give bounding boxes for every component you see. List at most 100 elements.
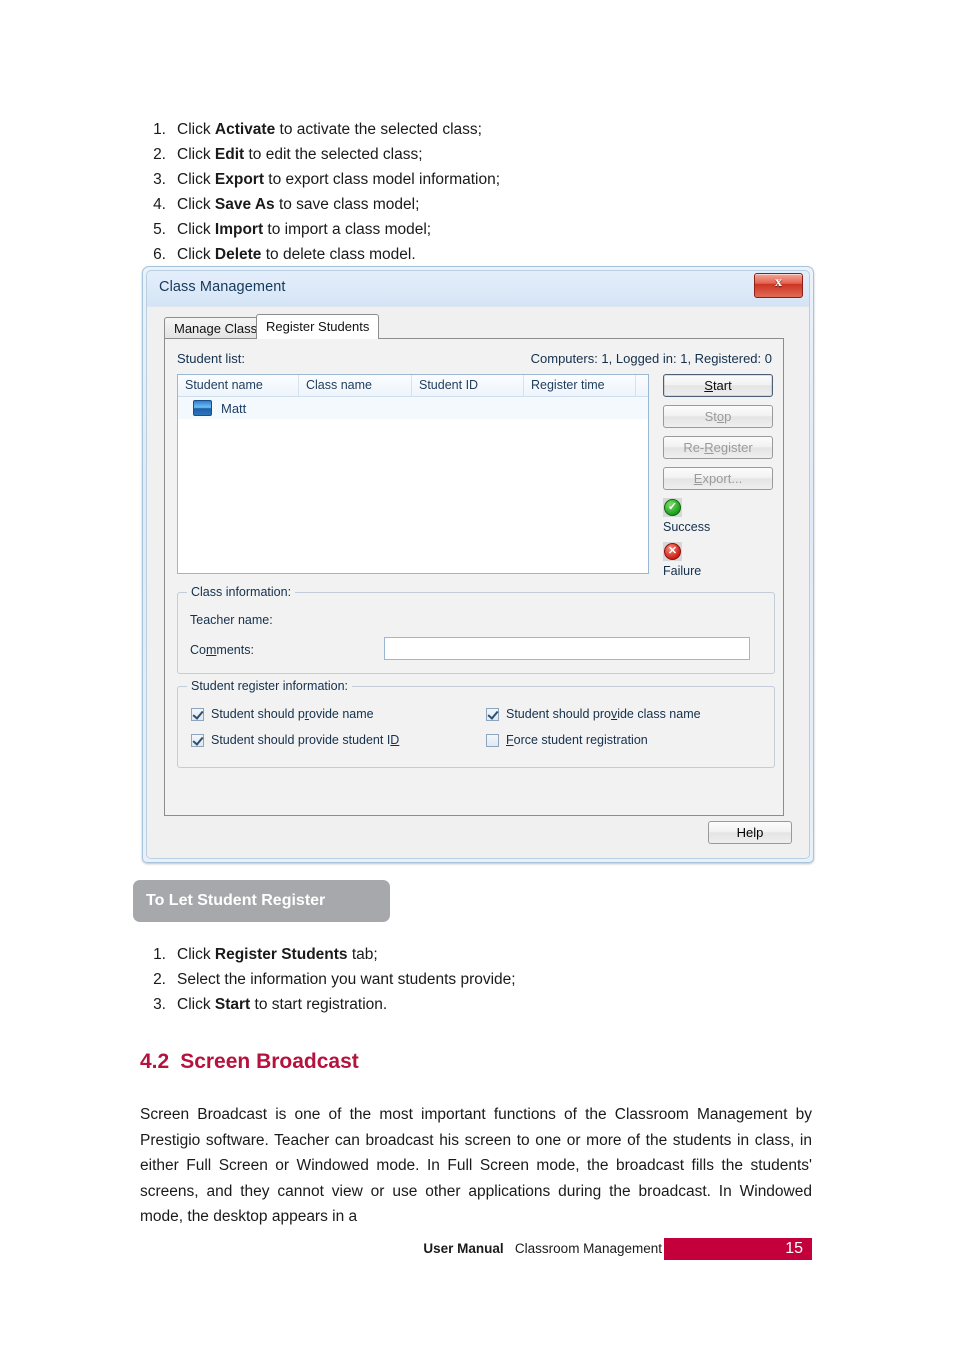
list-text-bold: Export bbox=[214, 171, 264, 188]
status-failure: ✕ Failure bbox=[663, 542, 773, 578]
table-header-row: Student name Class name Student ID Regis… bbox=[178, 375, 648, 397]
checkbox-icon[interactable] bbox=[486, 733, 499, 747]
page-footer: User Manual Classroom Management 15 bbox=[140, 1238, 812, 1260]
list-text-suffix: to edit the selected class; bbox=[244, 146, 423, 163]
help-button[interactable]: Help bbox=[708, 821, 792, 844]
checkbox-label: Student should provide student ID bbox=[211, 733, 400, 747]
list-text-prefix: Click bbox=[177, 996, 215, 1013]
checkbox-provide-name[interactable]: Student should provide name bbox=[191, 707, 374, 721]
list-text-prefix: Click bbox=[177, 196, 215, 213]
document-page: 1. Click Activate to activate the selecte… bbox=[0, 0, 954, 1350]
list-item: 3. Click Export to export class model inf… bbox=[142, 167, 832, 192]
list-marker: 2. bbox=[153, 146, 166, 163]
list-text-suffix: to delete class model. bbox=[261, 246, 416, 263]
stop-button[interactable]: Stop bbox=[663, 405, 773, 428]
student-name-cell: Matt bbox=[221, 400, 247, 416]
list-marker: 1. bbox=[153, 946, 166, 963]
list-marker: 1. bbox=[153, 121, 166, 138]
instruction-list-mid: 1. Click Register Students tab; 2. Select … bbox=[142, 942, 832, 1017]
list-item: 2. Select the information you want studen… bbox=[142, 967, 832, 992]
list-text-prefix: Click bbox=[177, 146, 215, 163]
re-register-button[interactable]: Re-Register bbox=[663, 436, 773, 459]
check-circle-green-icon: ✓ bbox=[663, 498, 682, 517]
x-circle-red-icon: ✕ bbox=[663, 542, 682, 561]
section-paragraph: Screen Broadcast is one of the most impo… bbox=[140, 1106, 812, 1225]
status-failure-label: Failure bbox=[663, 564, 702, 578]
export-button[interactable]: Export... bbox=[663, 467, 773, 490]
student-list-label: Student list: bbox=[177, 351, 245, 366]
teacher-name-label: Teacher name: bbox=[190, 613, 273, 627]
student-register-information-group: Student register information: Student sh… bbox=[177, 679, 775, 768]
list-text-suffix: to export class model information; bbox=[263, 171, 501, 188]
close-icon[interactable]: x bbox=[754, 273, 803, 298]
list-marker: 6. bbox=[153, 246, 166, 263]
checkbox-provide-student-id[interactable]: Student should provide student ID bbox=[191, 733, 399, 747]
comments-label: Comments: bbox=[190, 643, 254, 657]
list-text-bold: Delete bbox=[214, 246, 262, 263]
list-text-suffix: to import a class model; bbox=[263, 221, 432, 238]
class-information-group: Class information: Teacher name: Comment… bbox=[177, 585, 775, 674]
section-number: 4.2 bbox=[140, 1050, 170, 1073]
list-marker: 3. bbox=[153, 171, 166, 188]
student-list-table[interactable]: Student name Class name Student ID Regis… bbox=[177, 374, 649, 574]
section-heading: 4.2 Screen Broadcast bbox=[140, 1050, 359, 1074]
dialog-titlebar: Class Management x bbox=[147, 271, 809, 306]
list-text-bold: Save As bbox=[214, 196, 275, 213]
table-row[interactable]: Matt bbox=[178, 397, 648, 419]
list-text-prefix: Select the information you want students… bbox=[177, 971, 516, 988]
counts-label: Computers: 1, Logged in: 1, Registered: … bbox=[530, 351, 772, 366]
section-banner: To Let Student Register bbox=[133, 880, 390, 922]
column-header-student-id[interactable]: Student ID bbox=[412, 375, 524, 396]
start-button-label-rest: tart bbox=[712, 378, 732, 393]
action-buttons-panel: Start Stop Re-Register Export... ✓ Succe… bbox=[663, 374, 773, 586]
checkbox-label: Student should provide name bbox=[211, 707, 374, 721]
list-item: 1. Click Activate to activate the selecte… bbox=[142, 117, 832, 142]
class-information-legend: Class information: bbox=[187, 585, 296, 599]
footer-subtitle: Classroom Management bbox=[514, 1241, 662, 1256]
checkbox-force-registration[interactable]: Force student registration bbox=[486, 733, 648, 747]
list-marker: 2. bbox=[153, 971, 166, 988]
comments-input[interactable] bbox=[384, 637, 750, 660]
start-button[interactable]: Start bbox=[663, 374, 773, 397]
dialog-inner-frame: Class Management x Manage Class Register… bbox=[146, 270, 810, 859]
dialog-title: Class Management bbox=[159, 279, 286, 295]
tab-register-students[interactable]: Register Students bbox=[256, 314, 380, 339]
list-text-prefix: Click bbox=[177, 221, 215, 238]
tab-manage-class[interactable]: Manage Class bbox=[164, 317, 268, 338]
list-text-prefix: Click bbox=[177, 946, 215, 963]
column-header-student-name[interactable]: Student name bbox=[178, 375, 299, 396]
instruction-list-top: 1. Click Activate to activate the selecte… bbox=[142, 117, 832, 267]
list-text-bold: Activate bbox=[214, 121, 276, 138]
list-text-bold: Start bbox=[214, 996, 251, 1013]
list-item: 5. Click Import to import a class model; bbox=[142, 217, 832, 242]
column-header-register-time[interactable]: Register time bbox=[524, 375, 636, 396]
checkbox-icon[interactable] bbox=[486, 707, 499, 721]
list-text-prefix: Click bbox=[177, 171, 215, 188]
list-marker: 4. bbox=[153, 196, 166, 213]
list-text-suffix: to activate the selected class; bbox=[275, 121, 482, 138]
computer-icon bbox=[193, 400, 212, 416]
list-text-suffix: to save class model; bbox=[274, 196, 420, 213]
list-item: 6. Click Delete to delete class model. bbox=[142, 242, 832, 267]
dialog-body: Manage Class Register Students Student l… bbox=[147, 306, 809, 858]
checkbox-icon[interactable] bbox=[191, 733, 204, 747]
list-item: 3. Click Start to start registration. bbox=[142, 992, 832, 1017]
checkbox-icon[interactable] bbox=[191, 707, 204, 721]
list-text-bold: Edit bbox=[214, 146, 245, 163]
list-item: 2. Click Edit to edit the selected class; bbox=[142, 142, 832, 167]
checkbox-provide-class-name[interactable]: Student should provide class name bbox=[486, 707, 701, 721]
section-title: Screen Broadcast bbox=[180, 1050, 359, 1073]
column-header-class-name[interactable]: Class name bbox=[299, 375, 412, 396]
checkbox-label: Force student registration bbox=[506, 733, 648, 747]
status-success-label: Success bbox=[663, 520, 711, 534]
column-header-filler bbox=[636, 375, 648, 396]
close-icon-glyph: x bbox=[775, 275, 782, 290]
list-text-prefix: Click bbox=[177, 121, 215, 138]
list-item: 1. Click Register Students tab; bbox=[142, 942, 832, 967]
footer-label: User Manual Classroom Management bbox=[423, 1241, 662, 1256]
list-text-bold: Import bbox=[214, 221, 264, 238]
register-students-panel: Student list: Computers: 1, Logged in: 1… bbox=[164, 338, 784, 816]
page-number: 15 bbox=[664, 1238, 812, 1260]
list-text-suffix: to start registration. bbox=[250, 996, 388, 1013]
check-glyph: ✓ bbox=[664, 499, 681, 516]
